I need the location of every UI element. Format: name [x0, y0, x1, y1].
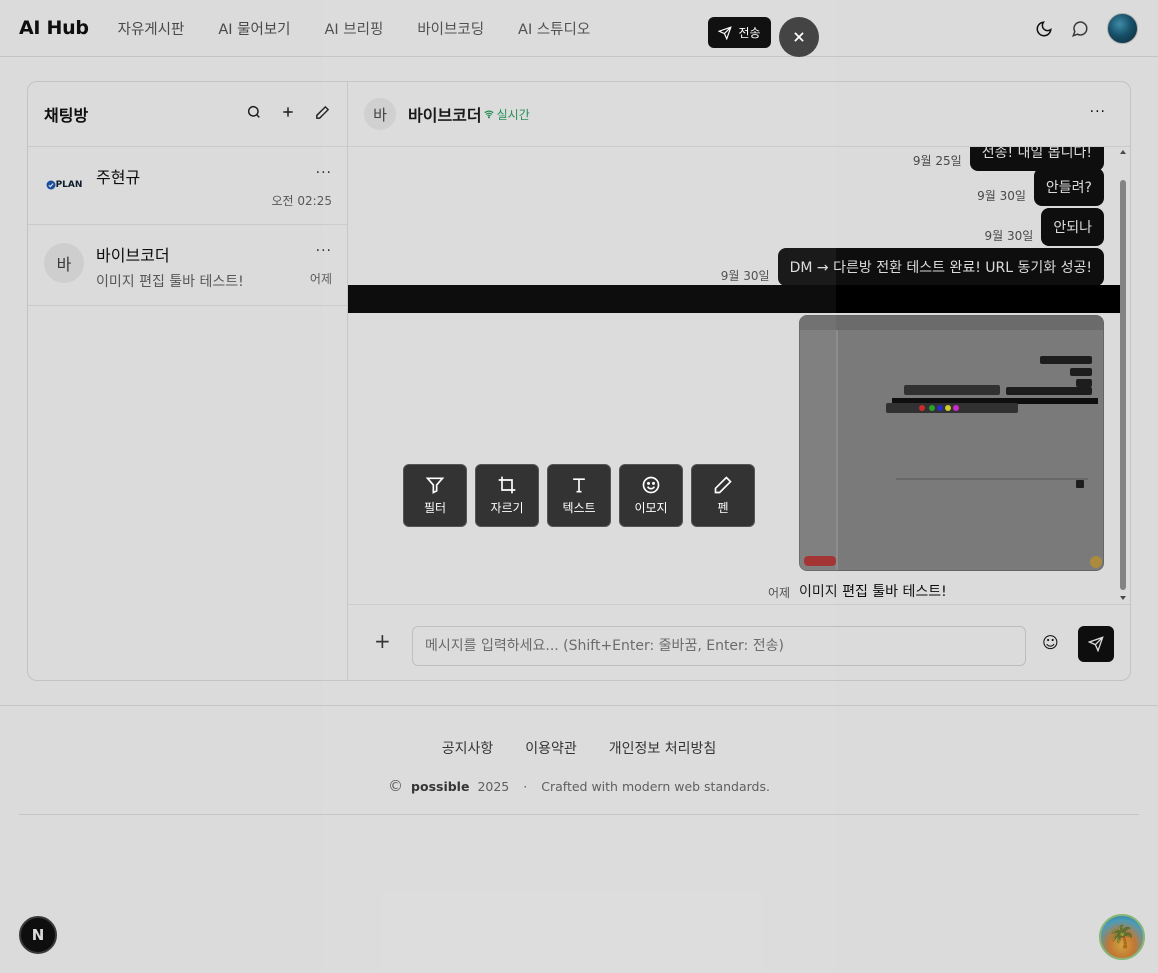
editor-send-button[interactable]: 전송	[708, 17, 771, 48]
crop-icon	[498, 476, 516, 494]
editor-close-button[interactable]	[779, 17, 819, 57]
close-icon	[794, 32, 804, 42]
send-icon	[718, 25, 733, 40]
text-icon	[573, 478, 585, 493]
tool-filter-button[interactable]: 필터	[403, 464, 467, 527]
pen-icon	[714, 476, 732, 494]
tool-emoji-button[interactable]: 이모지	[619, 464, 683, 527]
tool-crop-button[interactable]: 자르기	[475, 464, 539, 527]
filter-icon	[425, 477, 445, 494]
smile-icon	[642, 476, 660, 494]
tool-text-button[interactable]: 텍스트	[547, 464, 611, 527]
tool-pen-button[interactable]: 펜	[691, 464, 755, 527]
